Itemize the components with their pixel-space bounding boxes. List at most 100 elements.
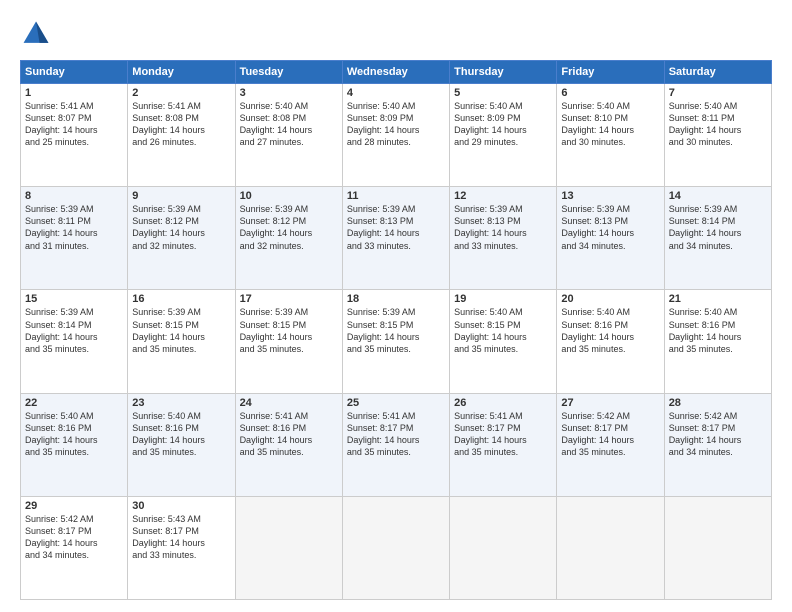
calendar-body: 1Sunrise: 5:41 AM Sunset: 8:07 PM Daylig…	[21, 84, 772, 600]
day-cell-11: 11Sunrise: 5:39 AM Sunset: 8:13 PM Dayli…	[342, 187, 449, 290]
day-number: 9	[132, 190, 230, 202]
empty-cell	[450, 496, 557, 599]
day-info: Sunrise: 5:40 AM Sunset: 8:16 PM Dayligh…	[561, 306, 659, 355]
day-number: 24	[240, 397, 338, 409]
day-number: 4	[347, 87, 445, 99]
day-number: 2	[132, 87, 230, 99]
day-cell-1: 1Sunrise: 5:41 AM Sunset: 8:07 PM Daylig…	[21, 84, 128, 187]
day-cell-6: 6Sunrise: 5:40 AM Sunset: 8:10 PM Daylig…	[557, 84, 664, 187]
day-number: 27	[561, 397, 659, 409]
empty-cell	[557, 496, 664, 599]
calendar-header: SundayMondayTuesdayWednesdayThursdayFrid…	[21, 61, 772, 84]
day-info: Sunrise: 5:40 AM Sunset: 8:15 PM Dayligh…	[454, 306, 552, 355]
day-info: Sunrise: 5:41 AM Sunset: 8:17 PM Dayligh…	[454, 410, 552, 459]
empty-cell	[664, 496, 771, 599]
day-cell-20: 20Sunrise: 5:40 AM Sunset: 8:16 PM Dayli…	[557, 290, 664, 393]
day-number: 19	[454, 293, 552, 305]
day-number: 26	[454, 397, 552, 409]
header-cell-thursday: Thursday	[450, 61, 557, 84]
day-info: Sunrise: 5:42 AM Sunset: 8:17 PM Dayligh…	[669, 410, 767, 459]
day-number: 10	[240, 190, 338, 202]
day-info: Sunrise: 5:40 AM Sunset: 8:09 PM Dayligh…	[454, 100, 552, 149]
day-number: 1	[25, 87, 123, 99]
calendar-table: SundayMondayTuesdayWednesdayThursdayFrid…	[20, 60, 772, 600]
header-cell-friday: Friday	[557, 61, 664, 84]
day-info: Sunrise: 5:41 AM Sunset: 8:16 PM Dayligh…	[240, 410, 338, 459]
week-row-1: 1Sunrise: 5:41 AM Sunset: 8:07 PM Daylig…	[21, 84, 772, 187]
day-cell-19: 19Sunrise: 5:40 AM Sunset: 8:15 PM Dayli…	[450, 290, 557, 393]
day-info: Sunrise: 5:39 AM Sunset: 8:13 PM Dayligh…	[347, 203, 445, 252]
day-cell-23: 23Sunrise: 5:40 AM Sunset: 8:16 PM Dayli…	[128, 393, 235, 496]
day-info: Sunrise: 5:41 AM Sunset: 8:07 PM Dayligh…	[25, 100, 123, 149]
day-info: Sunrise: 5:40 AM Sunset: 8:08 PM Dayligh…	[240, 100, 338, 149]
day-info: Sunrise: 5:43 AM Sunset: 8:17 PM Dayligh…	[132, 513, 230, 562]
day-number: 23	[132, 397, 230, 409]
day-info: Sunrise: 5:39 AM Sunset: 8:12 PM Dayligh…	[132, 203, 230, 252]
day-info: Sunrise: 5:39 AM Sunset: 8:15 PM Dayligh…	[132, 306, 230, 355]
day-cell-12: 12Sunrise: 5:39 AM Sunset: 8:13 PM Dayli…	[450, 187, 557, 290]
day-cell-7: 7Sunrise: 5:40 AM Sunset: 8:11 PM Daylig…	[664, 84, 771, 187]
week-row-2: 8Sunrise: 5:39 AM Sunset: 8:11 PM Daylig…	[21, 187, 772, 290]
logo-icon	[20, 18, 52, 50]
day-info: Sunrise: 5:40 AM Sunset: 8:11 PM Dayligh…	[669, 100, 767, 149]
day-number: 11	[347, 190, 445, 202]
header	[20, 18, 772, 50]
day-info: Sunrise: 5:39 AM Sunset: 8:11 PM Dayligh…	[25, 203, 123, 252]
header-cell-sunday: Sunday	[21, 61, 128, 84]
day-cell-5: 5Sunrise: 5:40 AM Sunset: 8:09 PM Daylig…	[450, 84, 557, 187]
day-info: Sunrise: 5:40 AM Sunset: 8:16 PM Dayligh…	[132, 410, 230, 459]
header-row: SundayMondayTuesdayWednesdayThursdayFrid…	[21, 61, 772, 84]
day-cell-15: 15Sunrise: 5:39 AM Sunset: 8:14 PM Dayli…	[21, 290, 128, 393]
day-number: 16	[132, 293, 230, 305]
day-number: 7	[669, 87, 767, 99]
day-cell-27: 27Sunrise: 5:42 AM Sunset: 8:17 PM Dayli…	[557, 393, 664, 496]
day-number: 30	[132, 500, 230, 512]
day-info: Sunrise: 5:40 AM Sunset: 8:16 PM Dayligh…	[669, 306, 767, 355]
logo	[20, 18, 56, 50]
day-cell-17: 17Sunrise: 5:39 AM Sunset: 8:15 PM Dayli…	[235, 290, 342, 393]
day-cell-22: 22Sunrise: 5:40 AM Sunset: 8:16 PM Dayli…	[21, 393, 128, 496]
day-cell-18: 18Sunrise: 5:39 AM Sunset: 8:15 PM Dayli…	[342, 290, 449, 393]
day-info: Sunrise: 5:42 AM Sunset: 8:17 PM Dayligh…	[561, 410, 659, 459]
day-info: Sunrise: 5:42 AM Sunset: 8:17 PM Dayligh…	[25, 513, 123, 562]
header-cell-monday: Monday	[128, 61, 235, 84]
day-cell-25: 25Sunrise: 5:41 AM Sunset: 8:17 PM Dayli…	[342, 393, 449, 496]
day-info: Sunrise: 5:39 AM Sunset: 8:15 PM Dayligh…	[240, 306, 338, 355]
day-number: 20	[561, 293, 659, 305]
day-number: 8	[25, 190, 123, 202]
day-info: Sunrise: 5:39 AM Sunset: 8:14 PM Dayligh…	[25, 306, 123, 355]
day-number: 12	[454, 190, 552, 202]
header-cell-tuesday: Tuesday	[235, 61, 342, 84]
day-cell-4: 4Sunrise: 5:40 AM Sunset: 8:09 PM Daylig…	[342, 84, 449, 187]
day-info: Sunrise: 5:39 AM Sunset: 8:14 PM Dayligh…	[669, 203, 767, 252]
day-cell-26: 26Sunrise: 5:41 AM Sunset: 8:17 PM Dayli…	[450, 393, 557, 496]
empty-cell	[235, 496, 342, 599]
day-number: 17	[240, 293, 338, 305]
day-info: Sunrise: 5:39 AM Sunset: 8:15 PM Dayligh…	[347, 306, 445, 355]
header-cell-saturday: Saturday	[664, 61, 771, 84]
day-number: 6	[561, 87, 659, 99]
week-row-5: 29Sunrise: 5:42 AM Sunset: 8:17 PM Dayli…	[21, 496, 772, 599]
day-number: 18	[347, 293, 445, 305]
day-number: 15	[25, 293, 123, 305]
day-cell-9: 9Sunrise: 5:39 AM Sunset: 8:12 PM Daylig…	[128, 187, 235, 290]
day-info: Sunrise: 5:39 AM Sunset: 8:13 PM Dayligh…	[561, 203, 659, 252]
week-row-4: 22 Sunrise: 5:40 AM Sunset: 8:16 PM Dayli…	[21, 393, 772, 496]
day-cell-29: 29Sunrise: 5:42 AM Sunset: 8:17 PM Dayli…	[21, 496, 128, 599]
day-number: 13	[561, 190, 659, 202]
day-cell-14: 14Sunrise: 5:39 AM Sunset: 8:14 PM Dayli…	[664, 187, 771, 290]
day-cell-16: 16Sunrise: 5:39 AM Sunset: 8:15 PM Dayli…	[128, 290, 235, 393]
page: SundayMondayTuesdayWednesdayThursdayFrid…	[0, 0, 792, 612]
day-number: 22	[25, 397, 123, 409]
day-cell-24: 24Sunrise: 5:41 AM Sunset: 8:16 PM Dayli…	[235, 393, 342, 496]
day-info: Sunrise: 5:39 AM Sunset: 8:12 PM Dayligh…	[240, 203, 338, 252]
day-cell-13: 13Sunrise: 5:39 AM Sunset: 8:13 PM Dayli…	[557, 187, 664, 290]
day-cell-21: 21Sunrise: 5:40 AM Sunset: 8:16 PM Dayli…	[664, 290, 771, 393]
day-number: 21	[669, 293, 767, 305]
day-number: 14	[669, 190, 767, 202]
day-info: Sunrise: 5:40 AM Sunset: 8:10 PM Dayligh…	[561, 100, 659, 149]
day-cell-2: 2Sunrise: 5:41 AM Sunset: 8:08 PM Daylig…	[128, 84, 235, 187]
day-number: 29	[25, 500, 123, 512]
day-info: Sunrise: 5:41 AM Sunset: 8:17 PM Dayligh…	[347, 410, 445, 459]
week-row-3: 15Sunrise: 5:39 AM Sunset: 8:14 PM Dayli…	[21, 290, 772, 393]
